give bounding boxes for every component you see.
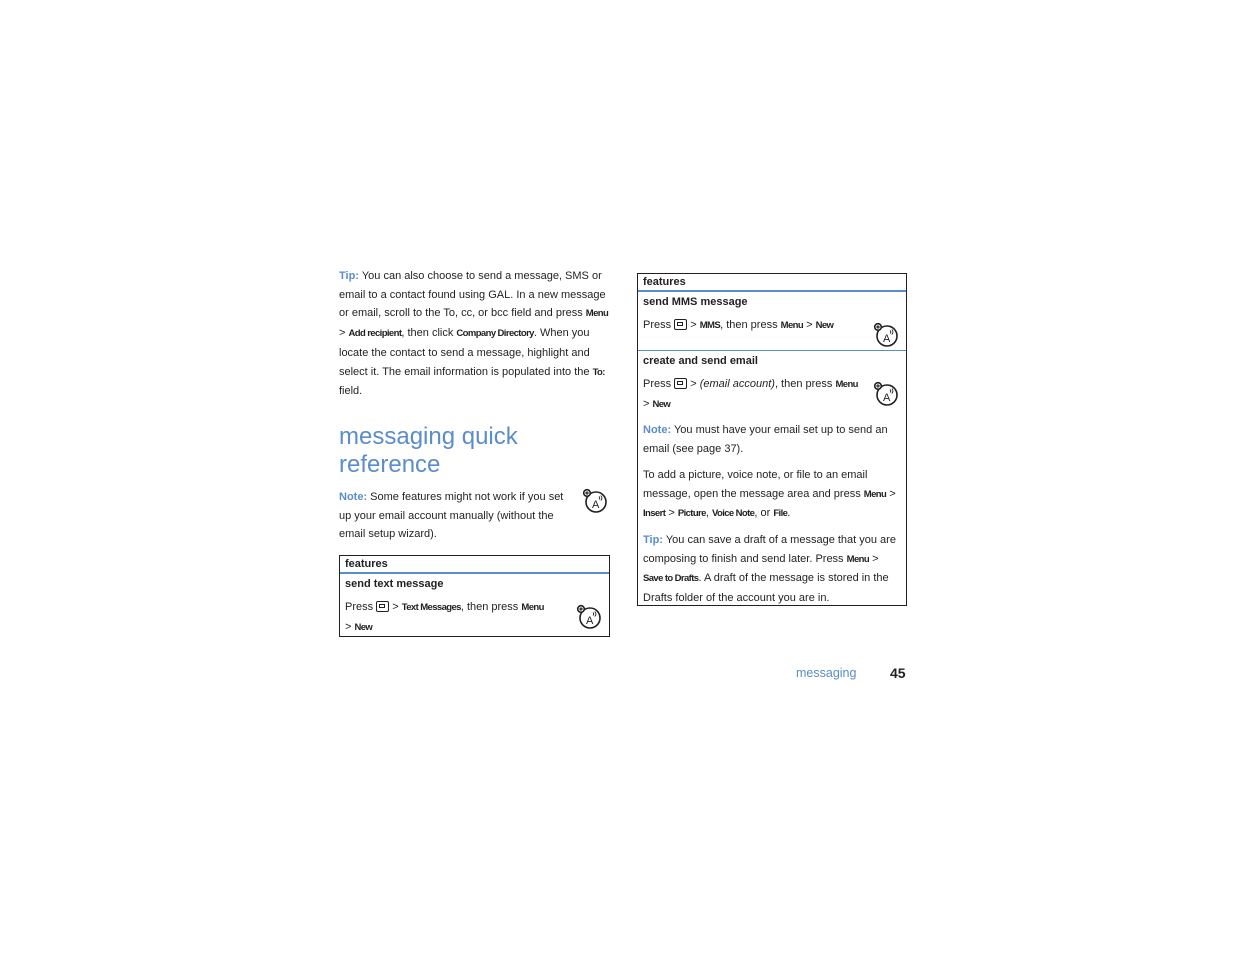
feature-steps: Press > Text Messages, then press Menu >… <box>345 601 544 633</box>
section-title: messaging quick reference <box>339 422 518 478</box>
feature-title: create and send email <box>643 355 758 367</box>
svg-text:A: A <box>592 499 600 511</box>
features-table-right: features send MMS message Press > MMS, t… <box>637 273 907 606</box>
svg-text:A: A <box>883 392 891 404</box>
network-dependent-feature-icon: A <box>576 604 601 629</box>
email-attach-instructions: To add a picture, voice note, or file to… <box>643 468 896 520</box>
tip-paragraph: Tip: You can also choose to send a messa… <box>339 270 609 398</box>
left-column: Tip: You can also choose to send a messa… <box>339 267 611 544</box>
message-key-icon <box>674 319 688 330</box>
svg-text:A: A <box>883 333 891 345</box>
page-number: 45 <box>890 665 906 681</box>
table-row-email: create and send email Press > (email acc… <box>638 350 906 608</box>
svg-text:A: A <box>586 615 594 627</box>
note-paragraph: Note: Some features might not work if yo… <box>339 490 564 541</box>
feature-steps: Press > (email account), then press Menu… <box>643 378 859 410</box>
feature-steps: Press > MMS, then press Menu > New <box>643 319 834 331</box>
note-block: Note: Some features might not work if yo… <box>339 488 611 544</box>
features-table-left: features send text message Press > Text … <box>339 555 610 637</box>
message-key-icon <box>376 601 390 612</box>
table-row-mms: send MMS message Press > MMS, then press… <box>638 292 906 350</box>
email-note: Note: You must have your email set up to… <box>643 424 888 456</box>
table-row: send text message Press > Text Messages,… <box>340 574 609 637</box>
table-header: features <box>340 556 609 574</box>
network-dependent-feature-icon: A <box>873 322 898 347</box>
footer-section-name: messaging <box>796 666 857 680</box>
feature-title: send MMS message <box>643 296 748 308</box>
feature-title: send text message <box>345 578 444 590</box>
message-key-icon <box>674 378 688 389</box>
network-dependent-feature-icon: A <box>582 488 607 513</box>
table-header: features <box>638 274 906 292</box>
network-dependent-feature-icon: A <box>873 381 898 406</box>
email-tip: Tip: You can save a draft of a message t… <box>643 533 896 605</box>
